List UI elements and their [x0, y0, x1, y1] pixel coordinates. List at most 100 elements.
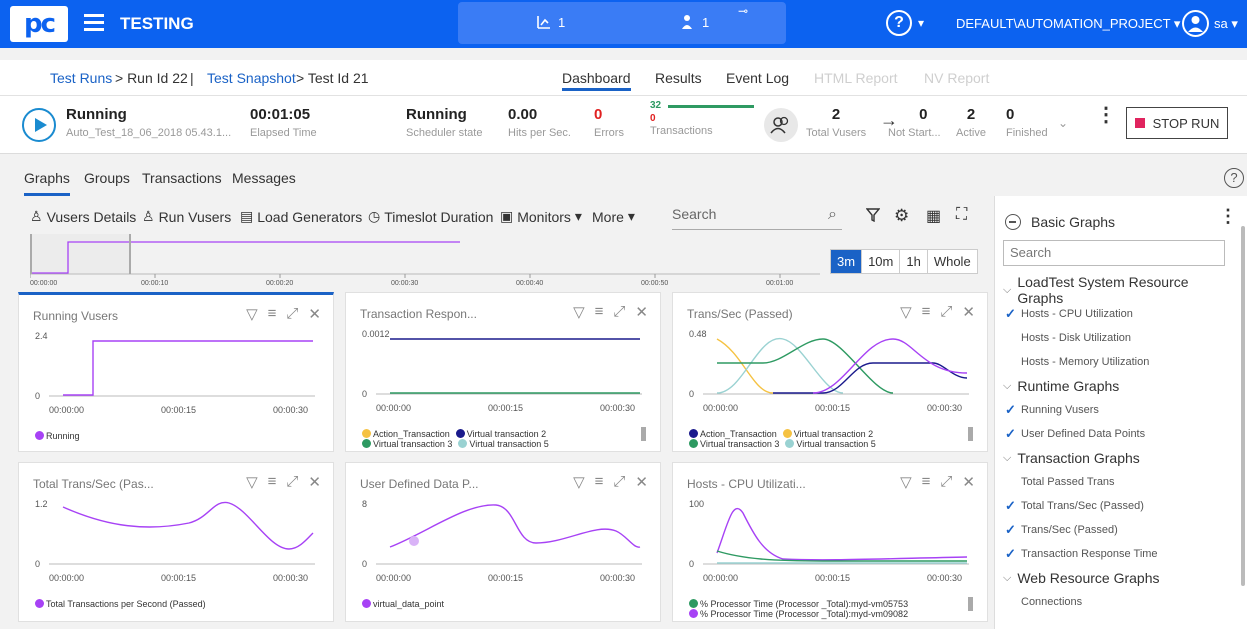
run-state-value: Running — [66, 106, 127, 123]
graph-list-item[interactable]: Total Passed Trans — [1003, 470, 1238, 494]
graph-list-item[interactable]: Hosts - Memory Utilization — [1003, 350, 1238, 374]
play-icon[interactable] — [22, 108, 56, 142]
legend-scrollbar[interactable] — [968, 427, 973, 441]
vusers-details-button[interactable]: ♙ Vusers Details — [30, 208, 136, 225]
graph-plot[interactable]: 2.4 0 00:00:00 00:00:15 00:00:30 — [19, 295, 335, 425]
graph-list-item[interactable]: Hosts - CPU Utilization — [1003, 302, 1238, 326]
load-generators-button[interactable]: ▤ Load Generators — [240, 208, 362, 225]
breadcrumb-test-runs[interactable]: Test Runs — [50, 70, 112, 86]
timeline-overview[interactable]: 00:00:00 00:00:10 00:00:20 00:00:30 00:00:40… — [30, 234, 820, 286]
range-10m-button[interactable]: 10m — [862, 250, 901, 273]
expand-chevron-down-icon[interactable]: ⌄ — [1058, 116, 1068, 130]
legend-swatch — [785, 439, 795, 448]
basic-graphs-header[interactable]: Basic Graphs — [1005, 214, 1115, 230]
app-logo[interactable]: pc — [10, 6, 68, 42]
legend-label: Virtual transaction 2 — [466, 429, 547, 439]
tab-graphs[interactable]: Graphs — [24, 170, 70, 196]
graph-list-item[interactable]: Connections — [1003, 590, 1238, 614]
legend-item[interactable]: virtual_data_point — [362, 599, 444, 609]
legend-item[interactable]: Total Transactions per Second (Passed) — [35, 599, 206, 609]
graph-plot[interactable]: 0.0012 0 00:00:00 00:00:15 00:00:30 — [346, 293, 662, 423]
graph-group-header[interactable]: ⌵ Runtime Graphs — [1003, 374, 1238, 398]
help-icon[interactable]: ? — [1224, 168, 1244, 188]
monitors-dropdown[interactable]: ▣ Monitors ▾ — [500, 208, 582, 225]
timeslot-duration-button[interactable]: ◷ Timeslot Duration — [368, 208, 493, 225]
run-vusers-button[interactable]: ♙ Run Vusers — [142, 208, 231, 225]
graph-card[interactable]: Running Vusers ▽ ≡ ⤢ ✕ 2.4 0 00:00:00 00:00:15 00… — [18, 292, 334, 452]
graph-group-header[interactable]: ⌵ Web Resource Graphs — [1003, 566, 1238, 590]
range-whole-button[interactable]: Whole — [927, 250, 977, 273]
panel-scrollbar[interactable] — [1241, 226, 1245, 586]
hamburger-menu-icon[interactable] — [84, 14, 104, 35]
graph-list-item[interactable]: Transaction Response Time — [1003, 542, 1238, 566]
legend-item[interactable]: Virtual transaction 2 — [455, 429, 547, 439]
breadcrumb-test-snapshot[interactable]: Test Snapshot — [207, 70, 296, 86]
graph-card[interactable]: User Defined Data P... ▽ ≡ ⤢ ✕ 8 0 00:00:00 00:0… — [345, 462, 661, 622]
legend-item[interactable]: Virtual transaction 5 — [785, 439, 876, 449]
legend-item[interactable]: Virtual transaction 3 — [362, 439, 452, 449]
pin-icon[interactable]: ⊸ — [738, 4, 748, 18]
range-3m-button[interactable]: 3m — [831, 250, 863, 273]
legend-item[interactable]: Virtual transaction 3 — [689, 439, 779, 449]
tab-dashboard[interactable]: Dashboard — [562, 70, 631, 91]
vusers-indicator[interactable]: 1 — [680, 14, 709, 30]
user-menu[interactable]: sa ▾ — [1214, 16, 1238, 32]
graph-list-item[interactable]: Running Vusers — [1003, 398, 1238, 422]
tab-groups[interactable]: Groups — [84, 170, 130, 186]
panel-more-options-icon[interactable]: ⋮ — [1219, 206, 1237, 227]
graph-list-item[interactable]: Hosts - Disk Utilization — [1003, 326, 1238, 350]
filter-icon[interactable] — [865, 208, 881, 225]
legend-item[interactable]: % Processor Time (Processor _Total):myd-… — [689, 599, 908, 609]
tab-messages[interactable]: Messages — [232, 170, 296, 186]
help-chevron-down-icon[interactable]: ▾ — [918, 16, 924, 30]
graph-search-input[interactable]: Search — [672, 206, 842, 230]
grid-layout-icon[interactable]: ▦ — [926, 206, 941, 226]
tab-transactions[interactable]: Transactions — [142, 170, 222, 186]
timeline-selected-range[interactable] — [30, 234, 130, 274]
legend-item[interactable]: Virtual transaction 2 — [782, 429, 873, 439]
errors[interactable]: 0 Errors — [594, 106, 624, 139]
range-1h-button[interactable]: 1h — [900, 250, 928, 273]
tab-results[interactable]: Results — [655, 70, 702, 86]
load-generators-indicator[interactable]: 1 — [536, 14, 565, 30]
fullscreen-icon[interactable]: ⛶ — [956, 206, 967, 224]
graph-list-item[interactable]: Trans/Sec (Passed) — [1003, 518, 1238, 542]
settings-gear-icon[interactable]: ⚙ — [894, 206, 909, 226]
x-tick-label: 00:00:30 — [927, 573, 962, 583]
help-icon[interactable]: ? — [886, 10, 912, 36]
run-summary-pill[interactable]: 1 1 ⊸ — [458, 2, 786, 44]
legend-scrollbar[interactable] — [641, 427, 646, 441]
graph-card[interactable]: Trans/Sec (Passed) ▽ ≡ ⤢ ✕ 0.48 0 00:00:00 00:00… — [672, 292, 988, 452]
tab-event-log[interactable]: Event Log — [726, 70, 789, 86]
graph-plot[interactable]: 8 0 00:00:00 00:00:15 00:00:30 — [346, 463, 662, 593]
more-options-icon[interactable]: ⋮ — [1096, 105, 1116, 125]
project-selector[interactable]: DEFAULT\AUTOMATION_PROJECT ▾ — [956, 16, 1180, 32]
tab-html-report: HTML Report — [814, 70, 898, 86]
graph-card[interactable]: Hosts - CPU Utilizati... ▽ ≡ ⤢ ✕ 100 0 00:00:00… — [672, 462, 988, 622]
graph-list-search-input[interactable]: Search — [1003, 240, 1225, 266]
more-dropdown[interactable]: More ▾ — [592, 208, 635, 225]
legend-item[interactable]: Action_Transaction — [362, 429, 450, 439]
graph-card[interactable]: Total Trans/Sec (Pas... ▽ ≡ ⤢ ✕ 1.2 0 00:00:00 0… — [18, 462, 334, 622]
graph-group-header[interactable]: ⌵ Transaction Graphs — [1003, 446, 1238, 470]
legend-item[interactable]: Action_Transaction — [689, 429, 777, 439]
graph-plot[interactable]: 0.48 0 00:00:00 00:00:15 00:00:30 — [673, 293, 989, 423]
graph-list-item-label: Total Trans/Sec (Passed) — [1021, 500, 1144, 512]
transactions-summary[interactable]: 32 0 Transactions — [650, 100, 760, 137]
user-avatar-icon[interactable] — [1182, 10, 1209, 37]
legend-item[interactable]: Virtual transaction 5 — [458, 439, 549, 449]
graph-plot[interactable]: 1.2 0 00:00:00 00:00:15 00:00:30 — [19, 463, 335, 593]
graph-group-header[interactable]: ⌵ LoadTest System Resource Graphs — [1003, 274, 1238, 306]
collapse-icon[interactable] — [1005, 214, 1021, 230]
graph-card[interactable]: Transaction Respon... ▽ ≡ ⤢ ✕ 0.0012 0 00:00:00… — [345, 292, 661, 452]
graph-list-item[interactable]: User Defined Data Points — [1003, 422, 1238, 446]
legend-item[interactable]: Running — [35, 431, 80, 441]
graph-list-item[interactable]: Total Trans/Sec (Passed) — [1003, 494, 1238, 518]
stop-run-button[interactable]: STOP RUN — [1126, 107, 1228, 139]
scheduler-state-label: Scheduler state — [406, 127, 483, 139]
legend-scrollbar[interactable] — [968, 597, 973, 611]
project-name: DEFAULT\AUTOMATION_PROJECT — [956, 16, 1171, 31]
graph-plot[interactable]: 100 0 00:00:00 00:00:15 00:00:30 — [673, 463, 989, 593]
search-icon[interactable]: ⌕ — [828, 206, 837, 224]
legend-item[interactable]: % Processor Time (Processor _Total):myd-… — [689, 609, 908, 619]
